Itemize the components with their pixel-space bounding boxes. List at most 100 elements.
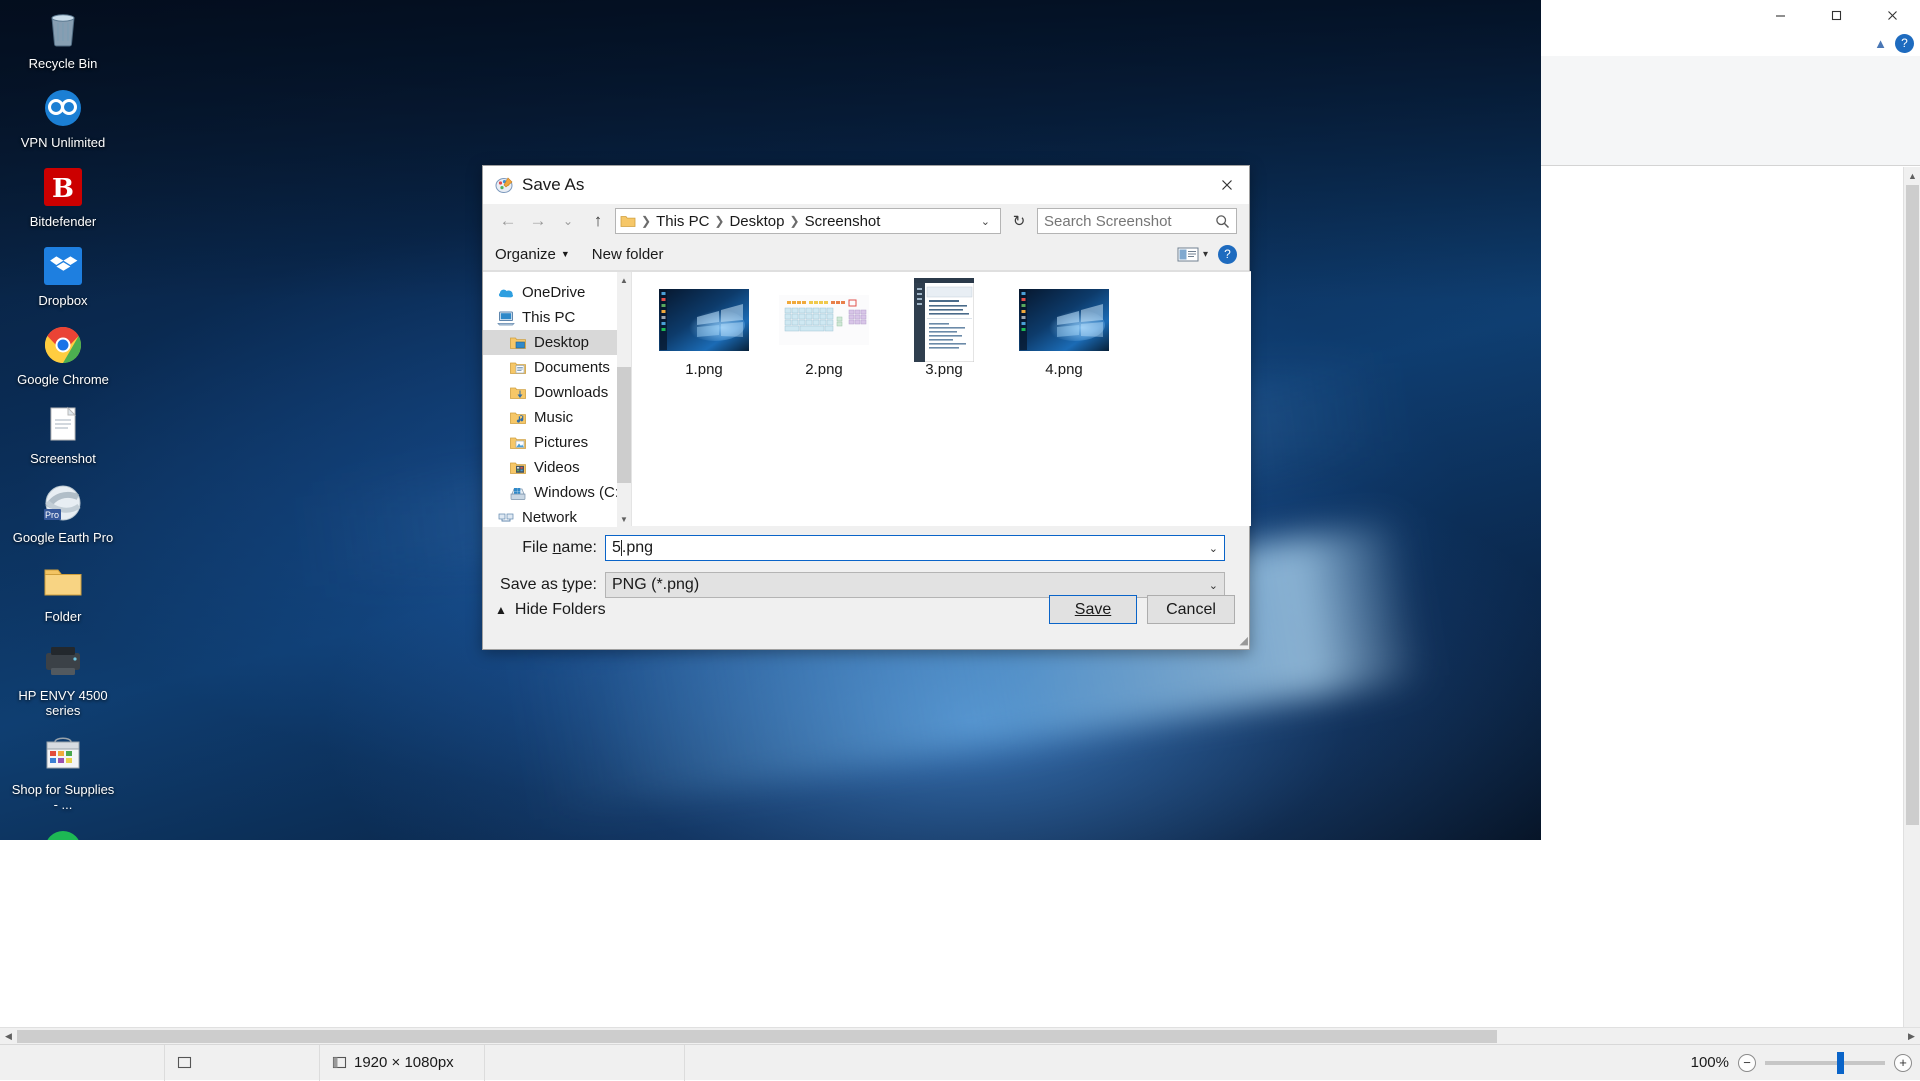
vertical-scroll-thumb[interactable] [1906, 185, 1919, 825]
zoom-controls[interactable]: 100% − + [1691, 1054, 1912, 1072]
nav-pane-scrollbar[interactable]: ▲ ▼ [617, 272, 631, 527]
horizontal-scroll-thumb[interactable] [17, 1030, 1497, 1043]
desktop-folder-icon [509, 335, 527, 351]
breadcrumb-item-this-pc[interactable]: This PC [656, 213, 709, 230]
zoom-out-button[interactable]: − [1738, 1054, 1756, 1072]
desktop-icon-label: Screenshot [30, 451, 96, 466]
desktop-icon-label: Dropbox [38, 293, 87, 308]
sidebar-item-downloads[interactable]: Downloads [483, 380, 631, 405]
hide-folders-button[interactable]: ▲ Hide Folders [495, 601, 606, 619]
filename-value-suffix: .png [622, 539, 653, 557]
recent-locations-button[interactable]: ⌄ [555, 208, 581, 234]
desktop-icon-bitdefender[interactable]: BBitdefender [8, 164, 118, 229]
back-button[interactable]: ← [495, 208, 521, 234]
resize-grip-icon[interactable]: ◢ [1240, 634, 1248, 647]
canvas-size-icon [332, 1055, 347, 1070]
sidebar-item-music[interactable]: Music [483, 405, 631, 430]
canvas-horizontal-scrollbar[interactable]: ◀ ▶ [0, 1027, 1920, 1044]
dialog-fields: File name: 5.png ⌄ Save as type: PNG (*.… [483, 526, 1251, 600]
chevron-up-icon[interactable]: ▲ [1874, 36, 1887, 51]
document-window-thumb [898, 288, 990, 352]
desktop-icon-label: VPN Unlimited [21, 135, 106, 150]
nav-scroll-thumb[interactable] [617, 367, 631, 483]
desktop-icon-spotify[interactable]: Spotify [8, 826, 118, 840]
desktop-icon-label: Folder [45, 609, 82, 624]
desktop-icon-vpn-unlimited[interactable]: VPN Unlimited [8, 85, 118, 150]
zoom-in-button[interactable]: + [1894, 1054, 1912, 1072]
window-controls [1752, 0, 1920, 30]
breadcrumb-separator-2: ❯ [790, 214, 800, 228]
desktop-icon-label: Shop for Supplies - ... [9, 782, 117, 812]
filename-input[interactable]: 5.png ⌄ [605, 535, 1225, 561]
scroll-left-icon[interactable]: ◀ [0, 1028, 17, 1045]
scroll-right-icon[interactable]: ▶ [1903, 1028, 1920, 1045]
sidebar-item-windows-c[interactable]: Windows (C:) [483, 480, 631, 505]
up-button[interactable]: ↑ [585, 208, 611, 234]
desktop-icon-hp-envy-4500-series[interactable]: HP ENVY 4500 series [8, 638, 118, 718]
desktop-icon-folder[interactable]: Folder [8, 559, 118, 624]
desktop-icon-google-earth-pro[interactable]: ProGoogle Earth Pro [8, 480, 118, 545]
selection-size-icon [177, 1055, 192, 1070]
canvas-vertical-scrollbar[interactable]: ▲ [1903, 167, 1920, 1027]
file-item[interactable]: 1.png [658, 288, 750, 378]
filename-dropdown-icon[interactable]: ⌄ [1209, 542, 1218, 555]
change-view-button[interactable]: ▾ [1177, 246, 1208, 263]
file-item[interactable]: 2.png [778, 288, 870, 378]
desktop-icon-recycle-bin[interactable]: Recycle Bin [8, 6, 118, 71]
filetype-dropdown-icon[interactable]: ⌄ [1209, 579, 1218, 592]
breadcrumb-dropdown-icon[interactable]: ⌄ [975, 215, 996, 228]
desktop-icon-google-chrome[interactable]: Google Chrome [8, 322, 118, 387]
close-button[interactable] [1864, 0, 1920, 30]
sidebar-item-label: This PC [522, 309, 575, 326]
desktop-icon-label: Google Earth Pro [13, 530, 113, 545]
desktop-icon-screenshot[interactable]: Screenshot [8, 401, 118, 466]
file-item[interactable]: 4.png [1018, 288, 1110, 378]
nav-scroll-down-icon[interactable]: ▼ [617, 511, 631, 527]
desktop-icon-label: HP ENVY 4500 series [9, 688, 117, 718]
new-folder-button[interactable]: New folder [592, 246, 664, 263]
sidebar-item-desktop[interactable]: Desktop [483, 330, 631, 355]
breadcrumb-item-screenshot[interactable]: Screenshot [805, 213, 881, 230]
organize-button[interactable]: Organize ▼ [495, 246, 570, 263]
search-box[interactable]: Search Screenshot [1037, 208, 1237, 234]
videos-folder-icon [509, 460, 527, 476]
forward-button[interactable]: → [525, 208, 551, 234]
breadcrumb-item-desktop[interactable]: Desktop [729, 213, 784, 230]
cancel-button[interactable]: Cancel [1147, 595, 1235, 624]
keyboard-thumb [778, 288, 870, 352]
downloads-folder-icon [509, 385, 527, 401]
vpn-unlimited-icon [40, 85, 86, 131]
nav-scroll-up-icon[interactable]: ▲ [617, 272, 631, 288]
dialog-close-button[interactable] [1209, 170, 1245, 200]
sidebar-item-onedrive[interactable]: OneDrive [483, 280, 631, 305]
sidebar-item-network[interactable]: Network [483, 505, 631, 527]
sidebar-item-label: Music [534, 409, 573, 426]
view-layout-icon [1177, 246, 1199, 263]
view-caret-icon[interactable]: ▾ [1203, 249, 1208, 260]
refresh-button[interactable]: ↻ [1005, 208, 1033, 234]
zoom-slider-thumb[interactable] [1837, 1052, 1844, 1074]
search-input[interactable]: Search Screenshot [1044, 213, 1172, 230]
sidebar-item-documents[interactable]: Documents [483, 355, 631, 380]
dialog-help-button[interactable]: ? [1218, 245, 1237, 264]
sidebar-item-videos[interactable]: Videos [483, 455, 631, 480]
sidebar-item-pictures[interactable]: Pictures [483, 430, 631, 455]
onedrive-icon [497, 285, 515, 301]
file-item[interactable]: 3.png [898, 288, 990, 378]
zoom-slider[interactable] [1765, 1061, 1885, 1065]
this-pc-icon [497, 310, 515, 326]
breadcrumb-bar[interactable]: ❯ This PC ❯ Desktop ❯ Screenshot ⌄ [615, 208, 1001, 234]
scroll-up-icon[interactable]: ▲ [1904, 167, 1920, 184]
organize-caret-icon[interactable]: ▼ [561, 249, 570, 259]
spotify-icon [40, 826, 86, 840]
help-icon[interactable]: ? [1895, 34, 1914, 53]
maximize-button[interactable] [1808, 0, 1864, 30]
dialog-footer: ▲ Hide Folders Save Cancel ◢ [483, 591, 1251, 649]
minimize-button[interactable] [1752, 0, 1808, 30]
save-button[interactable]: Save [1049, 595, 1137, 624]
desktop-icon-dropbox[interactable]: Dropbox [8, 243, 118, 308]
desktop-icon-shop-for-supplies[interactable]: Shop for Supplies - ... [8, 732, 118, 812]
dialog-command-bar: Organize ▼ New folder ▾ ? [483, 238, 1249, 271]
sidebar-item-this-pc[interactable]: This PC [483, 305, 631, 330]
file-list-pane[interactable]: 1.png 2.png 3.png 4.png [631, 272, 1251, 526]
